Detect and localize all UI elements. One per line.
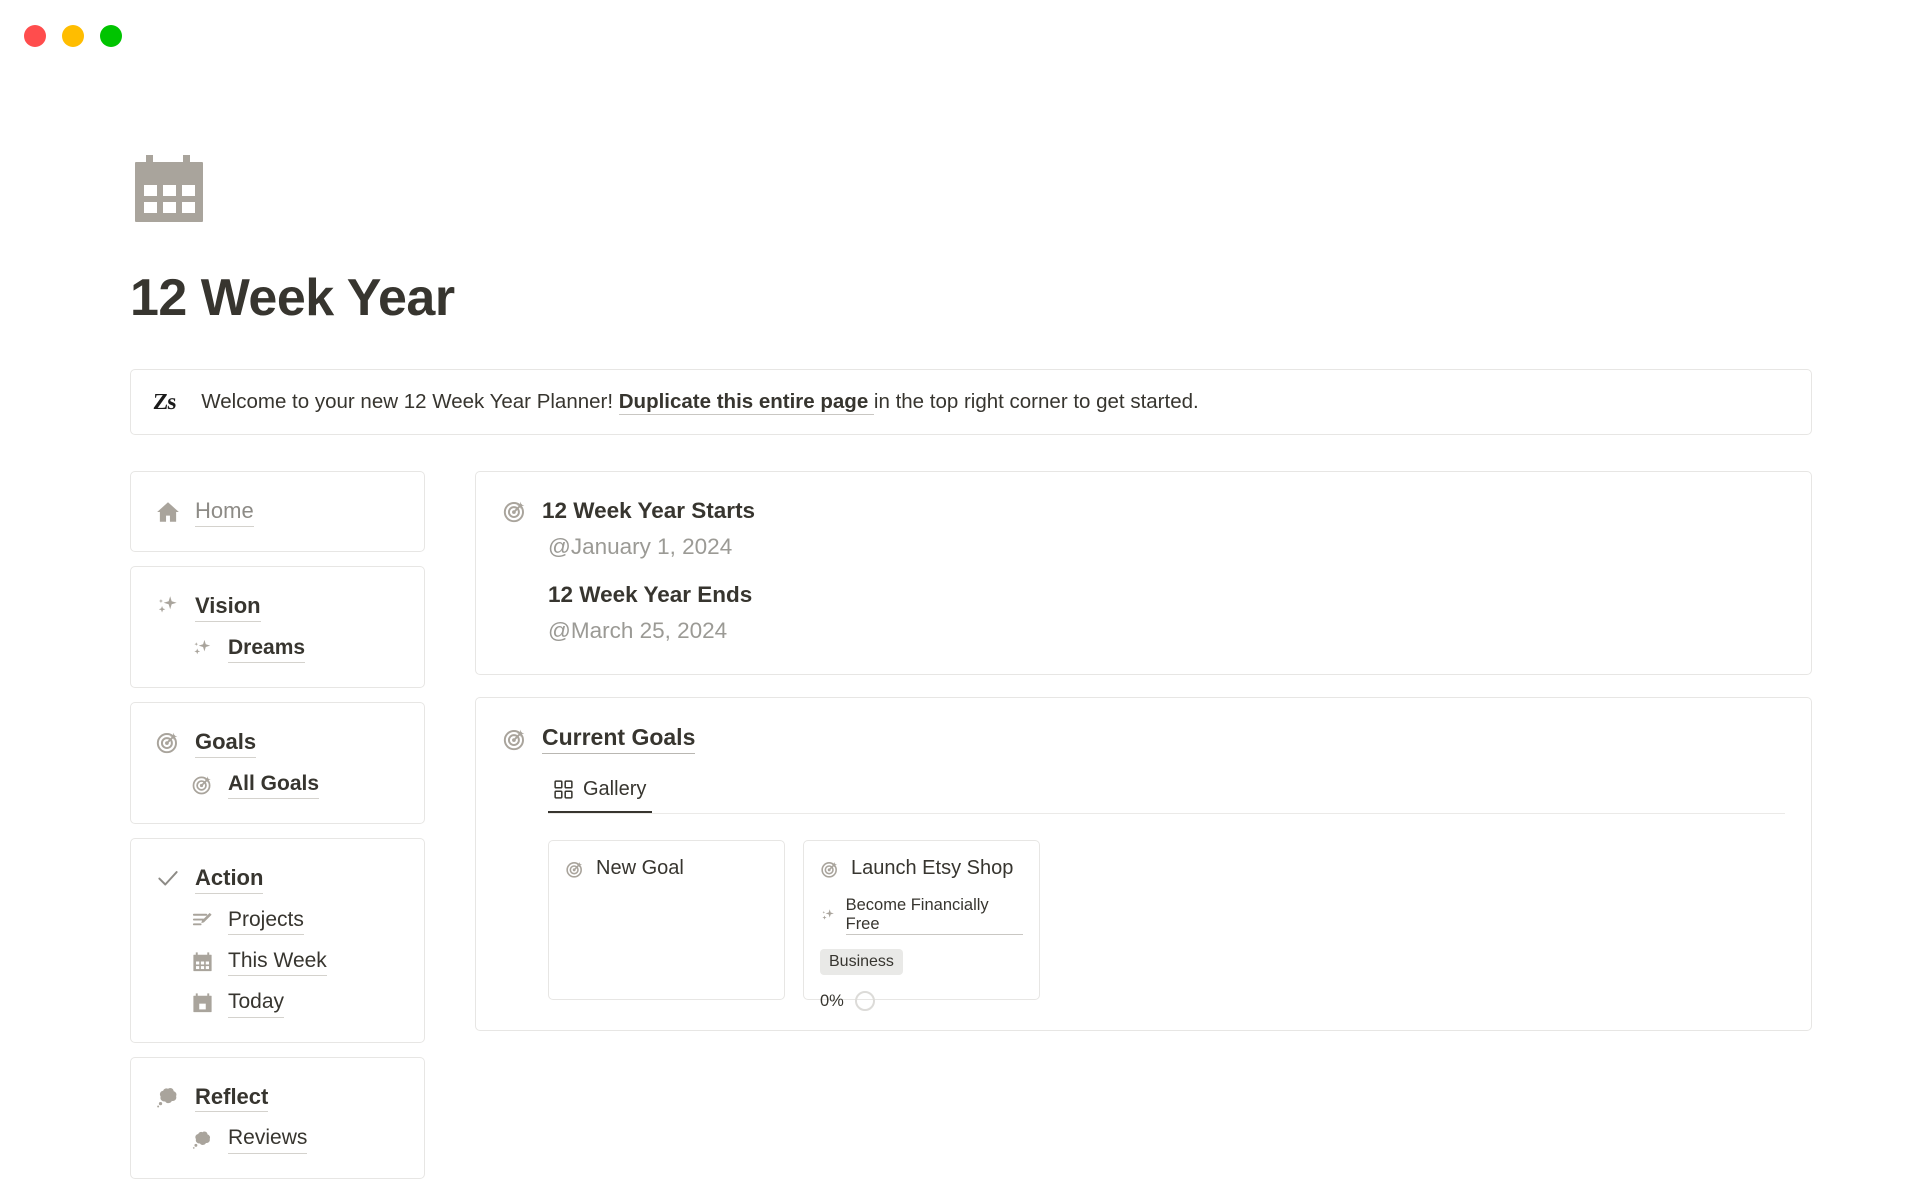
year-start-label: 12 Week Year Starts bbox=[542, 498, 756, 524]
dates-panel: 12 Week Year Starts @January 1, 2024 12 … bbox=[475, 471, 1812, 676]
target-icon bbox=[503, 501, 525, 523]
thought-bubble-icon bbox=[192, 1131, 211, 1149]
sidebar-item-label: Goals bbox=[195, 727, 257, 758]
current-goals-panel: Current Goals Gallery New Goal Launch Et… bbox=[475, 697, 1812, 1032]
goal-card-title: New Goal bbox=[596, 857, 684, 880]
sidebar-item-all-goals[interactable]: All Goals bbox=[155, 764, 400, 805]
target-icon bbox=[566, 861, 583, 878]
window-titlebar bbox=[0, 0, 1920, 72]
goal-card-progress-label: 0% bbox=[820, 991, 844, 1010]
sidebar-item-home[interactable]: Home bbox=[155, 490, 400, 533]
goal-card-relation[interactable]: Become Financially Free bbox=[820, 896, 1023, 936]
sidebar-item-dreams[interactable]: Dreams bbox=[155, 628, 400, 669]
welcome-callout: Zs Welcome to your new 12 Week Year Plan… bbox=[130, 369, 1812, 436]
progress-ring-icon bbox=[854, 991, 875, 1012]
callout-text-before: Welcome to your new 12 Week Year Planner… bbox=[201, 390, 619, 414]
goal-card-progress: 0% bbox=[820, 991, 1023, 1012]
year-start-date[interactable]: @January 1, 2024 bbox=[502, 534, 1785, 560]
sidebar-group-home: Home bbox=[130, 471, 425, 552]
page-title: 12 Week Year bbox=[130, 269, 455, 327]
sidebar-item-goals[interactable]: Goals bbox=[155, 721, 400, 764]
goal-card-title: Launch Etsy Shop bbox=[851, 857, 1014, 880]
thought-bubble-icon bbox=[157, 1087, 177, 1108]
sidebar-nav: Home Vision Dreams Goals All Goals Actio… bbox=[130, 471, 425, 1193]
calendar-icon[interactable] bbox=[130, 150, 208, 228]
callout-text: Welcome to your new 12 Week Year Planner… bbox=[201, 387, 1199, 417]
goal-card-title-row: Launch Etsy Shop bbox=[820, 857, 1023, 880]
sidebar-group-reflect: Reflect Reviews bbox=[130, 1056, 425, 1179]
sidebar-item-label: All Goals bbox=[228, 770, 320, 799]
tab-gallery[interactable]: Gallery bbox=[548, 776, 653, 814]
goals-gallery: New Goal Launch Etsy Shop Become Financi… bbox=[548, 840, 1785, 1012]
current-goals-header: Current Goals bbox=[502, 724, 1785, 755]
tab-label: Gallery bbox=[583, 778, 647, 801]
goal-card-title-row: New Goal bbox=[565, 857, 768, 880]
year-start-row: 12 Week Year Starts bbox=[502, 498, 1785, 524]
target-icon bbox=[156, 732, 178, 754]
sidebar-item-label: Action bbox=[195, 863, 264, 894]
sidebar-item-projects[interactable]: Projects bbox=[155, 900, 400, 941]
sidebar-item-label: Reflect bbox=[195, 1082, 269, 1113]
window-maximize-button[interactable] bbox=[100, 25, 122, 47]
sidebar-group-goals: Goals All Goals bbox=[130, 701, 425, 824]
main-content: 12 Week Year Starts @January 1, 2024 12 … bbox=[425, 471, 1812, 1053]
sidebar-item-label: Dreams bbox=[228, 634, 306, 663]
window-minimize-button[interactable] bbox=[62, 25, 84, 47]
sidebar-item-vision[interactable]: Vision bbox=[155, 585, 400, 628]
sidebar-group-action: Action Projects This Week Today bbox=[130, 837, 425, 1043]
content-columns: Home Vision Dreams Goals All Goals Actio… bbox=[130, 471, 1812, 1193]
year-end-row: 12 Week Year Ends bbox=[502, 582, 1785, 608]
sidebar-item-action[interactable]: Action bbox=[155, 857, 400, 900]
target-icon bbox=[503, 729, 525, 751]
goal-card[interactable]: New Goal bbox=[548, 840, 785, 1001]
target-icon bbox=[821, 861, 838, 878]
view-tabs: Gallery bbox=[548, 776, 1785, 815]
sidebar-item-reflect[interactable]: Reflect bbox=[155, 1076, 400, 1119]
page-body: 12 Week Year Zs Welcome to your new 12 W… bbox=[0, 150, 1920, 1200]
sparkles-icon bbox=[822, 909, 834, 920]
sparkles-icon bbox=[158, 596, 177, 613]
sparkles-icon bbox=[194, 639, 211, 654]
sidebar-item-label: This Week bbox=[228, 947, 327, 977]
sidebar-item-label: Vision bbox=[195, 591, 261, 622]
goal-card-tag: Business bbox=[820, 949, 903, 976]
sidebar-item-this-week[interactable]: This Week bbox=[155, 941, 400, 982]
goal-card[interactable]: Launch Etsy Shop Become Financially Free bbox=[803, 840, 1040, 1012]
sidebar-item-label: Reviews bbox=[228, 1124, 308, 1154]
sidebar-item-reviews[interactable]: Reviews bbox=[155, 1118, 400, 1159]
check-icon bbox=[158, 871, 178, 886]
duplicate-page-link[interactable]: Duplicate this entire page bbox=[618, 390, 874, 416]
target-icon bbox=[192, 776, 211, 795]
house-icon bbox=[157, 501, 179, 522]
current-goals-title[interactable]: Current Goals bbox=[542, 724, 696, 755]
zzz-icon: Zs bbox=[152, 389, 176, 415]
calendar-grid-icon bbox=[193, 952, 212, 972]
gallery-grid-icon bbox=[554, 780, 573, 799]
sidebar-group-vision: Vision Dreams bbox=[130, 565, 425, 688]
year-end-label: 12 Week Year Ends bbox=[548, 582, 753, 608]
sidebar-item-label: Projects bbox=[228, 906, 304, 935]
goal-card-relation-label: Become Financially Free bbox=[845, 896, 1023, 936]
sidebar-item-label: Today bbox=[228, 988, 285, 1018]
memo-icon bbox=[192, 912, 212, 926]
callout-text-after: in the top right corner to get started. bbox=[873, 390, 1199, 414]
year-end-date[interactable]: @March 25, 2024 bbox=[502, 618, 1785, 644]
calendar-day-icon bbox=[193, 993, 212, 1013]
sidebar-item-today[interactable]: Today bbox=[155, 982, 400, 1023]
window-close-button[interactable] bbox=[24, 25, 46, 47]
sidebar-item-label: Home bbox=[195, 496, 254, 527]
